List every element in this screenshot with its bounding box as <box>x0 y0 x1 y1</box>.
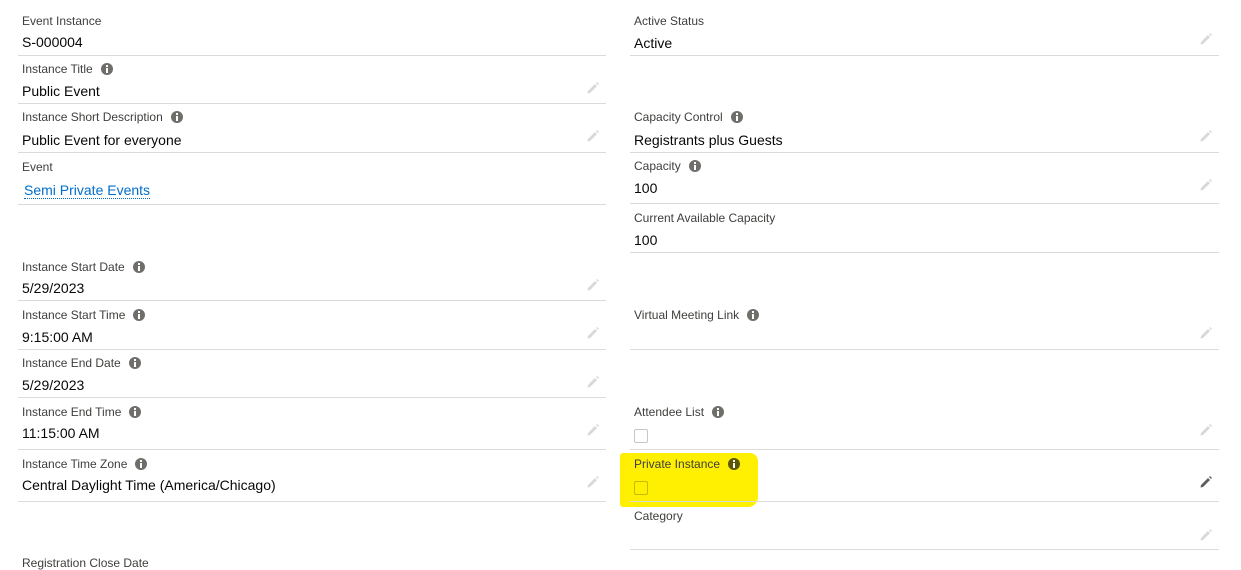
field-instance-time-zone: Instance Time Zone Central Daylight Time… <box>18 452 606 502</box>
field-label: Instance Start Date <box>22 260 125 274</box>
edit-pencil-icon[interactable] <box>1199 326 1213 340</box>
edit-pencil-icon[interactable] <box>586 81 600 95</box>
field-label: Instance Time Zone <box>22 457 128 471</box>
field-value: 5/29/2023 <box>22 377 85 393</box>
edit-pencil-icon[interactable] <box>586 326 600 340</box>
field-value: 11:15:00 AM <box>22 425 100 441</box>
info-icon[interactable] <box>132 261 145 273</box>
edit-pencil-icon[interactable] <box>1199 423 1213 437</box>
field-label: Event Instance <box>22 14 102 28</box>
field-registration-close-date: Registration Close Date <box>18 552 606 570</box>
field-label: Event <box>22 160 53 174</box>
field-active-status: Active Status Active <box>630 10 1219 56</box>
field-instance-start-date: Instance Start Date 5/29/2023 <box>18 255 606 301</box>
field-label: Instance End Time <box>22 405 122 419</box>
field-value: S-000004 <box>22 34 83 50</box>
field-capacity-control: Capacity Control Registrants plus Guests <box>630 106 1219 153</box>
info-icon[interactable] <box>129 406 142 418</box>
field-label: Capacity <box>634 159 681 173</box>
edit-pencil-icon[interactable] <box>586 129 600 143</box>
info-icon[interactable] <box>747 309 760 321</box>
field-label: Attendee List <box>634 405 705 419</box>
attendee-list-checkbox[interactable] <box>634 429 648 443</box>
field-label: Registration Close Date <box>22 556 149 570</box>
field-private-instance: Private Instance <box>630 452 1219 502</box>
field-instance-title: Instance Title Public Event <box>18 58 606 104</box>
field-value: 9:15:00 AM <box>22 329 93 345</box>
edit-pencil-icon[interactable] <box>586 278 600 292</box>
field-instance-end-date: Instance End Date 5/29/2023 <box>18 352 606 398</box>
private-instance-checkbox[interactable] <box>634 481 648 495</box>
edit-pencil-icon[interactable] <box>586 475 600 489</box>
field-label: Virtual Meeting Link <box>634 308 740 322</box>
field-category: Category <box>630 504 1219 550</box>
field-value: Central Daylight Time (America/Chicago) <box>22 477 276 493</box>
info-icon[interactable] <box>712 406 725 418</box>
info-icon[interactable] <box>728 458 741 470</box>
field-label: Category <box>634 509 683 523</box>
field-value: Public Event <box>22 83 100 99</box>
field-current-available-capacity: Current Available Capacity 100 <box>630 207 1219 253</box>
info-icon[interactable] <box>135 458 148 470</box>
info-icon[interactable] <box>170 111 183 123</box>
field-instance-end-time: Instance End Time 11:15:00 AM <box>18 400 606 450</box>
field-label: Instance Start Time <box>22 308 126 322</box>
field-label: Instance End Date <box>22 356 121 370</box>
field-label: Private Instance <box>634 457 721 471</box>
field-value: Active <box>634 35 673 51</box>
info-icon[interactable] <box>100 63 113 75</box>
field-label: Capacity Control <box>634 110 723 124</box>
field-capacity: Capacity 100 <box>630 155 1219 204</box>
field-label: Instance Title <box>22 62 93 76</box>
edit-pencil-icon[interactable] <box>586 375 600 389</box>
field-value: 100 <box>634 232 658 248</box>
field-instance-start-time: Instance Start Time 9:15:00 AM <box>18 303 606 350</box>
info-icon[interactable] <box>133 309 146 321</box>
field-value: Registrants plus Guests <box>634 132 783 148</box>
field-value: Public Event for everyone <box>22 132 182 148</box>
info-icon[interactable] <box>730 111 743 123</box>
field-value: 100 <box>634 180 658 196</box>
edit-pencil-icon[interactable] <box>1199 129 1213 143</box>
event-link[interactable]: Semi Private Events <box>24 182 151 199</box>
edit-pencil-icon[interactable] <box>1199 178 1213 192</box>
field-label: Active Status <box>634 14 705 28</box>
edit-pencil-icon[interactable] <box>1199 32 1213 46</box>
field-instance-short-description: Instance Short Description Public Event … <box>18 106 606 153</box>
field-label: Current Available Capacity <box>634 211 776 225</box>
field-attendee-list: Attendee List <box>630 400 1219 450</box>
edit-pencil-icon[interactable] <box>1199 528 1213 542</box>
field-event: Event Semi Private Events <box>18 155 606 205</box>
edit-pencil-icon[interactable] <box>586 423 600 437</box>
field-virtual-meeting-link: Virtual Meeting Link <box>630 303 1219 350</box>
field-value: 5/29/2023 <box>22 280 85 296</box>
field-label: Instance Short Description <box>22 110 163 124</box>
info-icon[interactable] <box>128 357 141 369</box>
edit-pencil-icon[interactable] <box>1199 475 1213 489</box>
info-icon[interactable] <box>688 160 701 172</box>
field-event-instance: Event Instance S-000004 <box>18 10 606 56</box>
